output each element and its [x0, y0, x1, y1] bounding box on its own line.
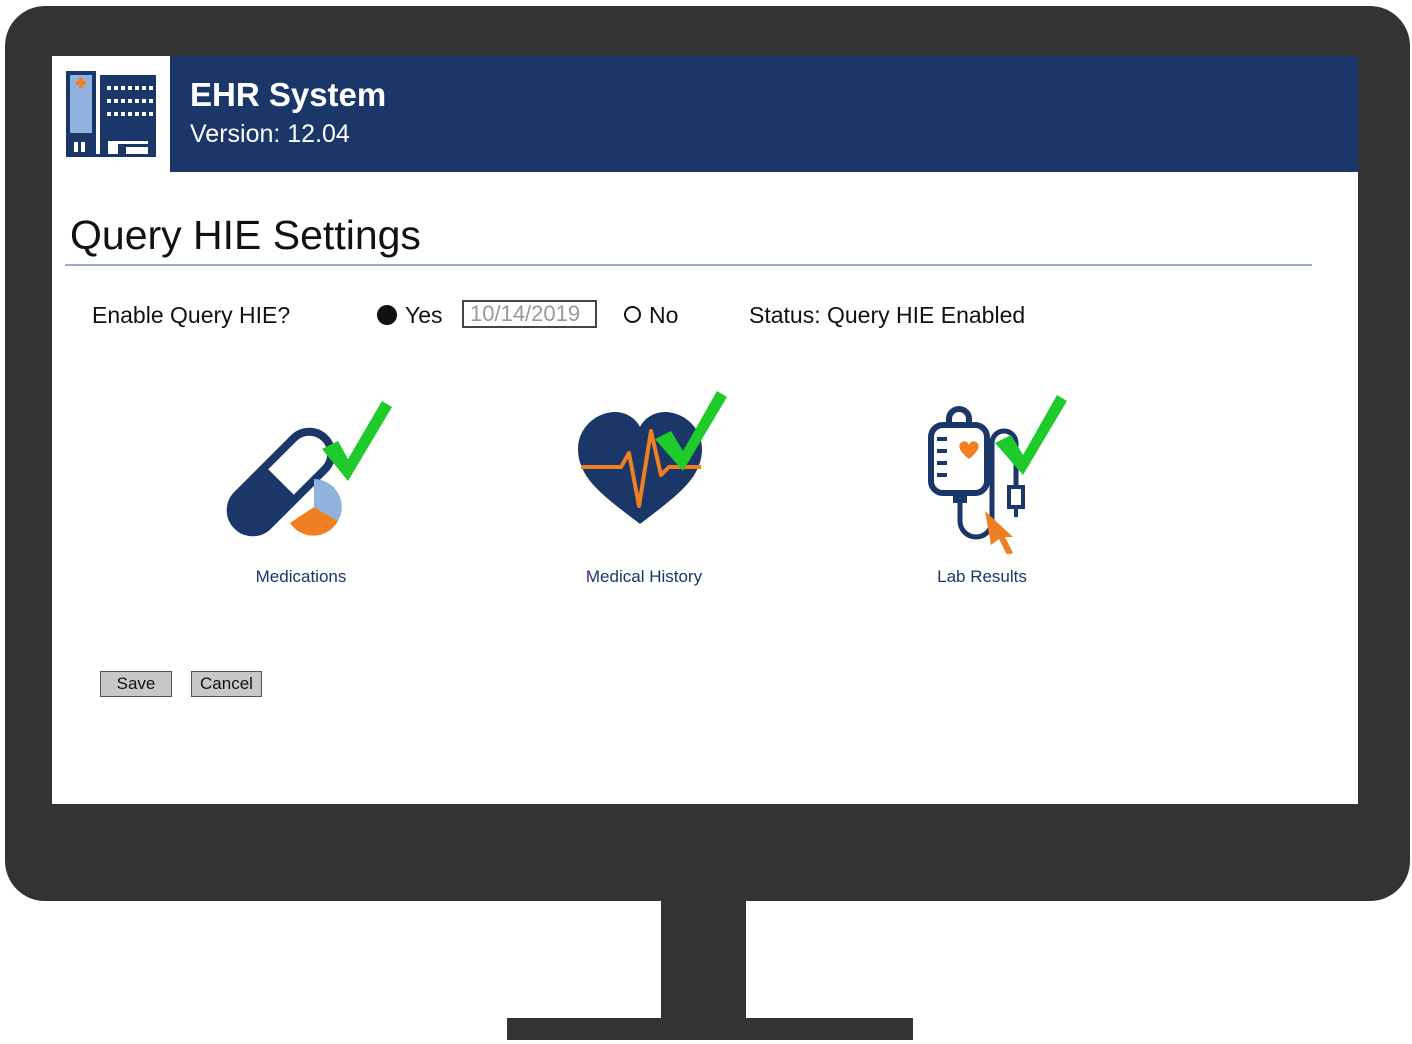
iv-bag-icon — [928, 395, 1067, 554]
module-label: Medications — [255, 567, 347, 586]
checkmark-icon — [322, 401, 392, 481]
enabled-date-field[interactable]: 10/14/2019 — [462, 300, 597, 328]
enable-query-row: Enable Query HIE? Yes 10/14/2019 No Stat… — [52, 300, 1358, 334]
cursor-arrow-icon — [985, 511, 1013, 554]
radio-yes[interactable]: Yes — [377, 302, 443, 329]
page-title: Query HIE Settings — [70, 212, 421, 258]
logo — [52, 56, 170, 172]
app-title: EHR System — [190, 76, 387, 113]
save-button[interactable]: Save — [100, 671, 172, 697]
monitor-stand-base — [507, 1018, 913, 1040]
radio-unselected-icon — [624, 306, 641, 324]
module-label: Medical History — [585, 567, 703, 586]
radio-no-label: No — [649, 302, 679, 328]
module-lab-results[interactable]: Lab Results — [867, 379, 1097, 594]
app-version: Version: 12.04 — [190, 120, 350, 148]
radio-no[interactable]: No — [624, 302, 678, 329]
hospital-building-icon — [66, 71, 156, 157]
monitor-stand-neck — [661, 898, 746, 1022]
app-header: EHR System Version: 12.04 — [52, 56, 1358, 172]
screen: EHR System Version: 12.04 Query HIE Sett… — [52, 56, 1358, 804]
radio-yes-label: Yes — [405, 302, 443, 328]
radio-selected-icon — [377, 304, 397, 325]
header-band: EHR System Version: 12.04 — [170, 56, 1358, 172]
cancel-button[interactable]: Cancel — [191, 671, 262, 697]
checkmark-icon — [995, 395, 1067, 475]
module-medical-history[interactable]: Medical History — [529, 379, 759, 594]
heart-pulse-icon — [578, 391, 727, 524]
module-label: Lab Results — [937, 567, 1027, 586]
status-text: Status: Query HIE Enabled — [749, 302, 1026, 328]
enable-query-label: Enable Query HIE? — [92, 302, 291, 328]
pill-icon — [226, 401, 392, 537]
title-divider — [65, 264, 1312, 266]
module-medications[interactable]: Medications — [186, 379, 416, 594]
